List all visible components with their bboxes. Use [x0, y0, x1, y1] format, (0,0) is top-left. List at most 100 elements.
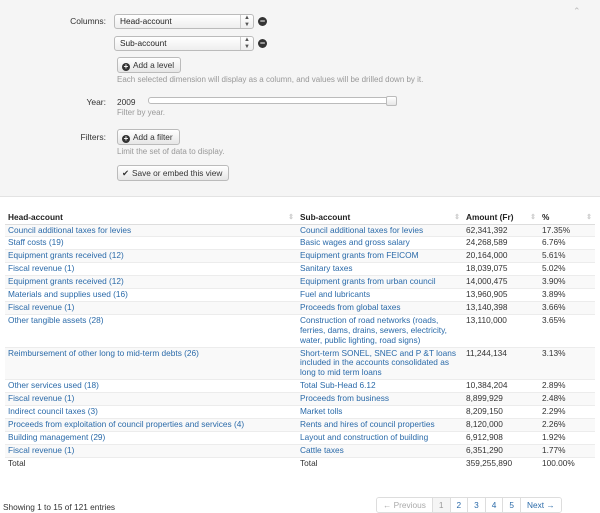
- amount-cell: 20,164,000: [463, 249, 539, 263]
- total-head-cell: Total: [5, 456, 297, 470]
- sub-account-link[interactable]: Cattle taxes: [297, 443, 463, 458]
- table-total-row: Total Total 359,255,890 100.00%: [5, 456, 595, 470]
- head-account-link[interactable]: Reimbursement of other long to mid-term …: [5, 346, 297, 380]
- percent-cell: 3.13%: [539, 346, 595, 380]
- sort-icon: ⇕: [454, 214, 460, 221]
- head-account-link[interactable]: Other services used (18): [5, 379, 297, 393]
- amount-cell: 24,268,589: [463, 236, 539, 250]
- select-arrows-icon: ▲ ▼: [240, 15, 253, 28]
- save-embed-label: Save or embed this view: [131, 168, 223, 178]
- add-filter-button[interactable]: + Add a filter: [117, 129, 180, 145]
- percent-cell: 6.76%: [539, 236, 595, 250]
- column-level-2-select[interactable]: Sub-account ▲ ▼: [114, 36, 254, 51]
- sub-account-link[interactable]: Rents and hires of council properties: [297, 418, 463, 432]
- head-account-link[interactable]: Fiscal revenue (1): [5, 443, 297, 458]
- column-header-label: Head-account: [8, 212, 63, 223]
- amount-cell: 13,140,398: [463, 300, 539, 315]
- column-level-1-select[interactable]: Head-account ▲ ▼: [114, 14, 254, 29]
- table-row: Fiscal revenue (1) Proceeds from business…: [5, 392, 595, 406]
- view-settings-panel: ⌃ Columns: Head-account ▲ ▼ − Sub-account…: [0, 0, 600, 197]
- head-account-link[interactable]: Fiscal revenue (1): [5, 300, 297, 315]
- head-account-link[interactable]: Proceeds from exploitation of council pr…: [5, 418, 297, 432]
- sort-icon: ⇕: [530, 214, 536, 221]
- percent-cell: 2.26%: [539, 418, 595, 432]
- amount-cell: 6,351,290: [463, 443, 539, 458]
- plus-circle-icon: +: [122, 62, 130, 71]
- year-help-text: Filter by year.: [117, 108, 166, 117]
- year-slider-track[interactable]: [148, 97, 396, 104]
- sub-account-link[interactable]: Construction of road networks (roads, fe…: [297, 313, 463, 348]
- add-level-label: Add a level: [133, 60, 175, 70]
- sub-account-link[interactable]: Total Sub-Head 6.12: [297, 379, 463, 393]
- head-account-link[interactable]: Equipment grants received (12): [5, 249, 297, 263]
- sub-account-link[interactable]: Equipment grants from FEICOM: [297, 249, 463, 263]
- table-row: Indirect council taxes (3) Market tolls 8,…: [5, 405, 595, 419]
- sub-account-link[interactable]: Council additional taxes for levies: [297, 223, 463, 237]
- total-percent-cell: 100.00%: [539, 456, 595, 470]
- table-row: Equipment grants received (12) Equipment …: [5, 249, 595, 263]
- add-level-button[interactable]: + Add a level: [117, 57, 182, 73]
- column-header-sub-account[interactable]: Sub-account ⇕: [297, 211, 463, 225]
- table-row: Equipment grants received (12) Equipment …: [5, 275, 595, 289]
- sub-account-link[interactable]: Short-term SONEL, SNEC and P &T loans in…: [297, 346, 463, 380]
- sub-account-link[interactable]: Market tolls: [297, 405, 463, 419]
- head-account-link[interactable]: Building management (29): [5, 430, 297, 445]
- table-row: Building management (29) Layout and const…: [5, 430, 595, 445]
- filters-help-text: Limit the set of data to display.: [117, 147, 225, 156]
- amount-cell: 6,912,908: [463, 430, 539, 445]
- sub-account-link[interactable]: Basic wages and gross salary: [297, 236, 463, 250]
- percent-cell: 5.02%: [539, 262, 595, 276]
- head-account-link[interactable]: Fiscal revenue (1): [5, 262, 297, 276]
- head-account-link[interactable]: Other tangible assets (28): [5, 313, 297, 348]
- plus-circle-icon: +: [122, 134, 130, 143]
- amount-cell: 62,341,392: [463, 223, 539, 237]
- percent-cell: 3.90%: [539, 275, 595, 289]
- remove-level-1-icon[interactable]: −: [258, 17, 267, 26]
- sub-account-link[interactable]: Proceeds from business: [297, 392, 463, 406]
- sub-account-link[interactable]: Equipment grants from urban council: [297, 275, 463, 289]
- table-row: Materials and supplies used (16) Fuel and…: [5, 288, 595, 302]
- collapse-chevron-icon[interactable]: ⌃: [573, 6, 581, 17]
- head-account-link[interactable]: Staff costs (19): [5, 236, 297, 250]
- results-table: Head-account ⇕ Sub-account ⇕ Amount (Fr) ⇕ …: [5, 211, 595, 470]
- sub-account-link[interactable]: Sanitary taxes: [297, 262, 463, 276]
- percent-cell: 3.89%: [539, 288, 595, 302]
- column-header-percent[interactable]: % ⇕: [539, 211, 595, 225]
- total-amount-cell: 359,255,890: [463, 456, 539, 470]
- amount-cell: 14,000,475: [463, 275, 539, 289]
- select-arrows-icon: ▲ ▼: [240, 37, 253, 50]
- amount-cell: 8,120,000: [463, 418, 539, 432]
- sub-account-link[interactable]: Proceeds from global taxes: [297, 300, 463, 315]
- head-account-link[interactable]: Council additional taxes for levies: [5, 223, 297, 237]
- percent-cell: 3.66%: [539, 300, 595, 315]
- percent-cell: 2.48%: [539, 392, 595, 406]
- column-header-head-account[interactable]: Head-account ⇕: [5, 211, 297, 225]
- head-account-link[interactable]: Fiscal revenue (1): [5, 392, 297, 406]
- column-header-label: %: [542, 212, 550, 223]
- amount-cell: 8,899,929: [463, 392, 539, 406]
- head-account-link[interactable]: Equipment grants received (12): [5, 275, 297, 289]
- columns-help-text: Each selected dimension will display as …: [117, 75, 424, 84]
- amount-cell: 8,209,150: [463, 405, 539, 419]
- percent-cell: 3.65%: [539, 313, 595, 348]
- percent-cell: 1.92%: [539, 430, 595, 445]
- column-header-amount[interactable]: Amount (Fr) ⇕: [463, 211, 539, 225]
- columns-label: Columns:: [70, 16, 106, 26]
- year-value: 2009: [117, 97, 136, 107]
- sub-account-link[interactable]: Fuel and lubricants: [297, 288, 463, 302]
- sort-icon: ⇕: [586, 214, 592, 221]
- table-row: Fiscal revenue (1) Proceeds from global t…: [5, 300, 595, 315]
- percent-cell: 1.77%: [539, 443, 595, 458]
- column-level-2-value: Sub-account: [120, 38, 167, 48]
- year-slider-handle[interactable]: [386, 96, 397, 106]
- pagination: ← Previous 1 2 3 4 5 Next →: [376, 497, 562, 513]
- head-account-link[interactable]: Indirect council taxes (3): [5, 405, 297, 419]
- table-row: Council additional taxes for levies Counc…: [5, 223, 595, 237]
- amount-cell: 11,244,134: [463, 346, 539, 380]
- remove-level-2-icon[interactable]: −: [258, 39, 267, 48]
- percent-cell: 2.89%: [539, 379, 595, 393]
- save-embed-button[interactable]: ✔ Save or embed this view: [117, 165, 230, 181]
- head-account-link[interactable]: Materials and supplies used (16): [5, 288, 297, 302]
- table-row: Staff costs (19) Basic wages and gross sa…: [5, 236, 595, 250]
- sub-account-link[interactable]: Layout and construction of building: [297, 430, 463, 445]
